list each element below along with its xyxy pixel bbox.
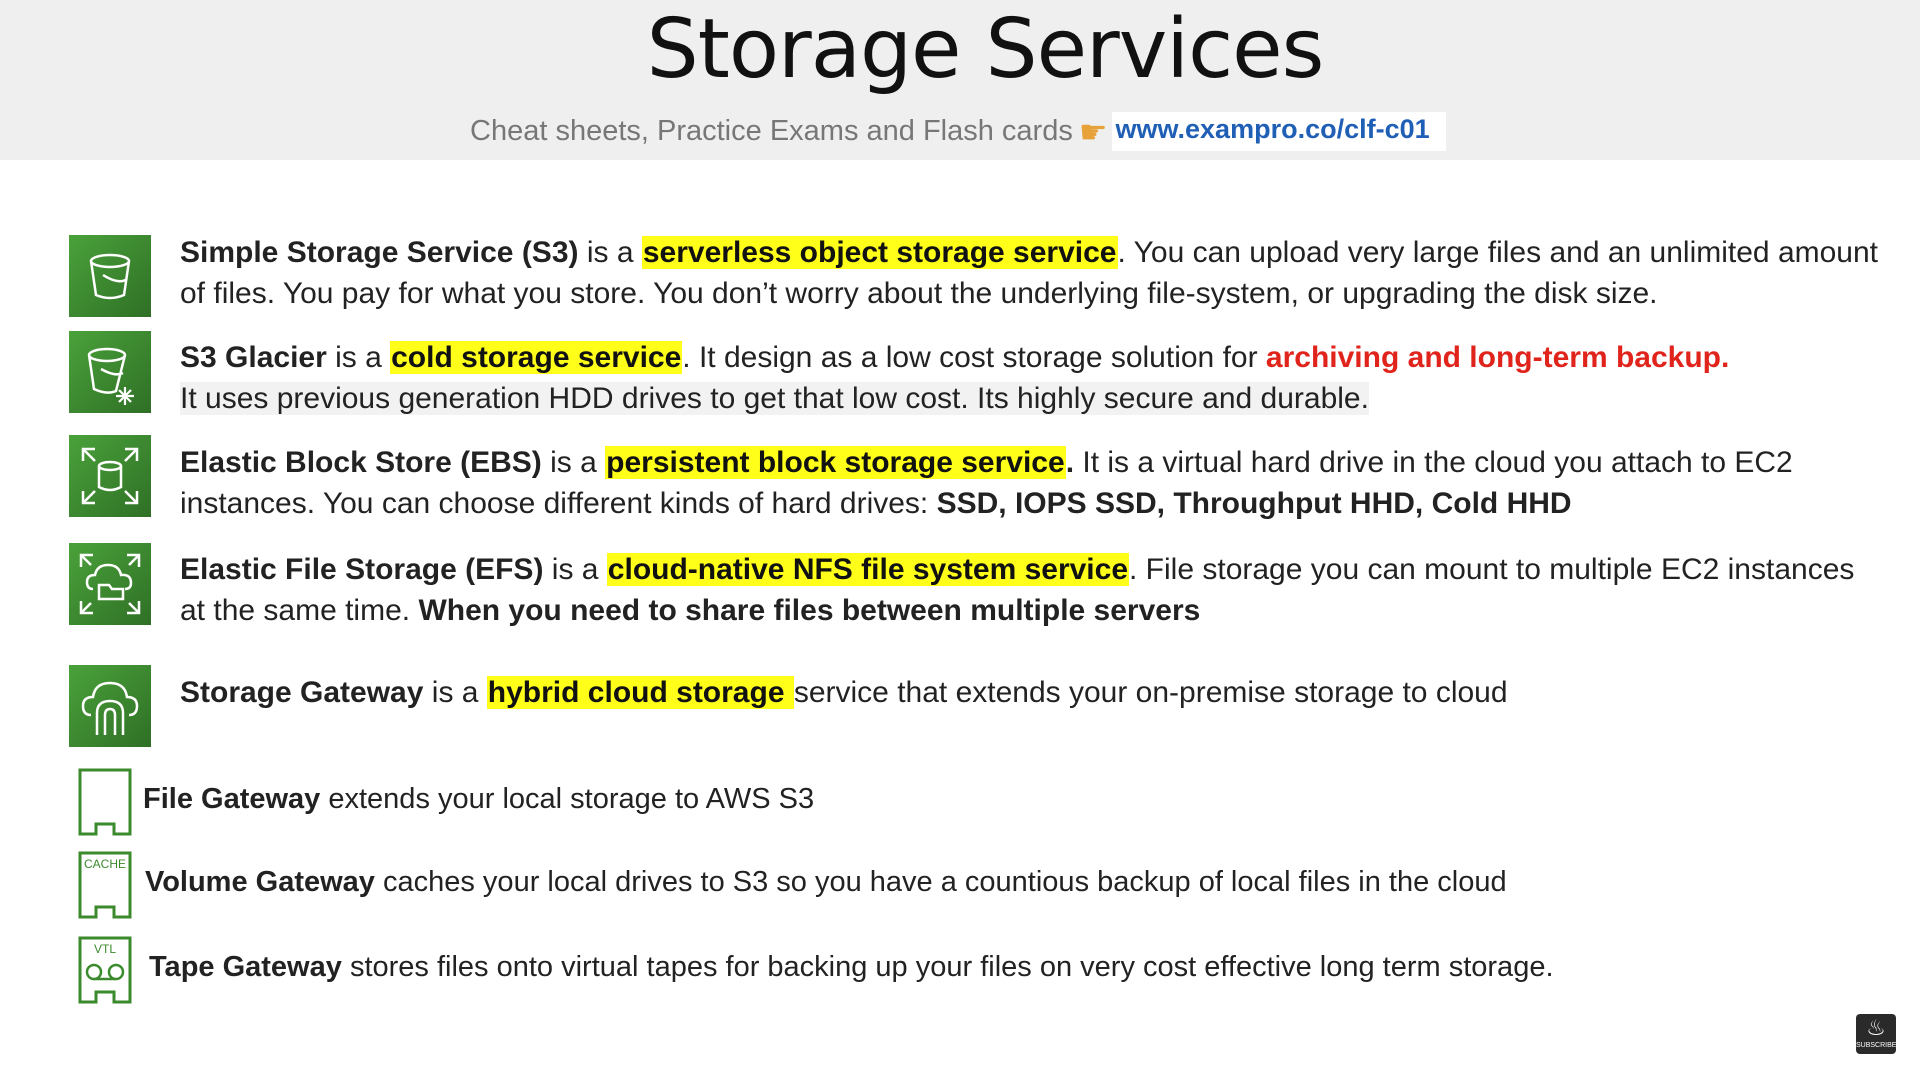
page-title: Storage Services — [646, 2, 1325, 97]
s3-bucket-icon — [69, 235, 151, 317]
ebs-volume-icon — [69, 435, 151, 517]
service-highlight: hybrid cloud storage — [486, 676, 794, 709]
service-dot: . — [1065, 446, 1075, 479]
service-s3: Simple Storage Service (S3) is a serverl… — [180, 232, 1880, 314]
service-name: S3 Glacier — [180, 341, 327, 374]
service-name: Storage Gateway — [180, 676, 424, 709]
subtitle-text: Cheat sheets, Practice Exams and Flash c… — [470, 115, 1073, 147]
service-highlight: persistent block storage service — [605, 446, 1066, 479]
service-emphasis: When you need to share files between mul… — [418, 594, 1201, 627]
gateway-description: stores files onto virtual tapes for back… — [341, 951, 1554, 983]
gateway-description: caches your local drives to S3 so you ha… — [374, 866, 1507, 898]
subscribe-badge[interactable]: ♨ SUBSCRIBE — [1856, 1014, 1896, 1054]
service-name: Elastic Block Store (EBS) — [180, 446, 542, 479]
service-highlight: serverless object storage service — [641, 236, 1118, 269]
gateway-name: File Gateway — [143, 783, 321, 815]
gateway-name: Tape Gateway — [149, 951, 342, 983]
service-highlight: cold storage service — [390, 341, 683, 374]
vtl-label: VTL — [94, 942, 116, 956]
gateway-file: File Gateway extends your local storage … — [143, 783, 814, 816]
volume-gateway-cache-icon: CACHE — [78, 851, 132, 921]
service-storage-gateway: Storage Gateway is a hybrid cloud storag… — [180, 672, 1880, 713]
subscribe-label: SUBSCRIBE — [1856, 1042, 1897, 1049]
service-connector: is a — [543, 553, 607, 586]
gateway-name: Volume Gateway — [145, 866, 375, 898]
service-emphasis-red: archiving and long-term backup. — [1265, 341, 1730, 374]
cache-label: CACHE — [84, 857, 126, 871]
gateway-tape: Tape Gateway stores files onto virtual t… — [149, 951, 1554, 984]
service-connector: is a — [423, 676, 487, 709]
storage-gateway-icon — [69, 665, 151, 747]
efs-cloud-folder-icon — [69, 543, 151, 625]
freecodecamp-logo-icon: ♨ — [1866, 1015, 1886, 1040]
service-efs: Elastic File Storage (EFS) is a cloud-na… — [180, 549, 1880, 631]
pointing-hand-icon: ☛ — [1078, 114, 1108, 150]
service-name: Simple Storage Service (S3) — [180, 236, 579, 269]
service-connector: is a — [541, 446, 606, 479]
service-highlight: cloud-native NFS file system service — [606, 553, 1130, 586]
slide-header: Storage Services Cheat sheets, Practice … — [0, 0, 1920, 160]
service-description: service that extends your on-premise sto… — [793, 676, 1508, 709]
glacier-bucket-icon — [69, 331, 151, 413]
service-drive-types: SSD, IOPS SSD, Throughput HHD, Cold HHD — [936, 487, 1572, 520]
gateway-description: extends your local storage to AWS S3 — [320, 783, 815, 815]
service-description-line2: It uses previous generation HDD drives t… — [180, 382, 1369, 415]
subtitle: Cheat sheets, Practice Exams and Flash c… — [470, 112, 1446, 151]
course-link[interactable]: www.exampro.co/clf-c01 — [1111, 112, 1446, 151]
service-description: . It design as a low cost storage soluti… — [682, 341, 1266, 374]
service-connector: is a — [578, 236, 642, 269]
gateway-volume: Volume Gateway caches your local drives … — [145, 866, 1507, 899]
tape-gateway-vtl-icon: VTL — [78, 936, 132, 1006]
file-gateway-icon — [78, 768, 132, 838]
service-name: Elastic File Storage (EFS) — [180, 553, 544, 586]
service-connector: is a — [326, 341, 391, 374]
service-glacier: S3 Glacier is a cold storage service. It… — [180, 337, 1880, 419]
service-ebs: Elastic Block Store (EBS) is a persisten… — [180, 442, 1880, 524]
